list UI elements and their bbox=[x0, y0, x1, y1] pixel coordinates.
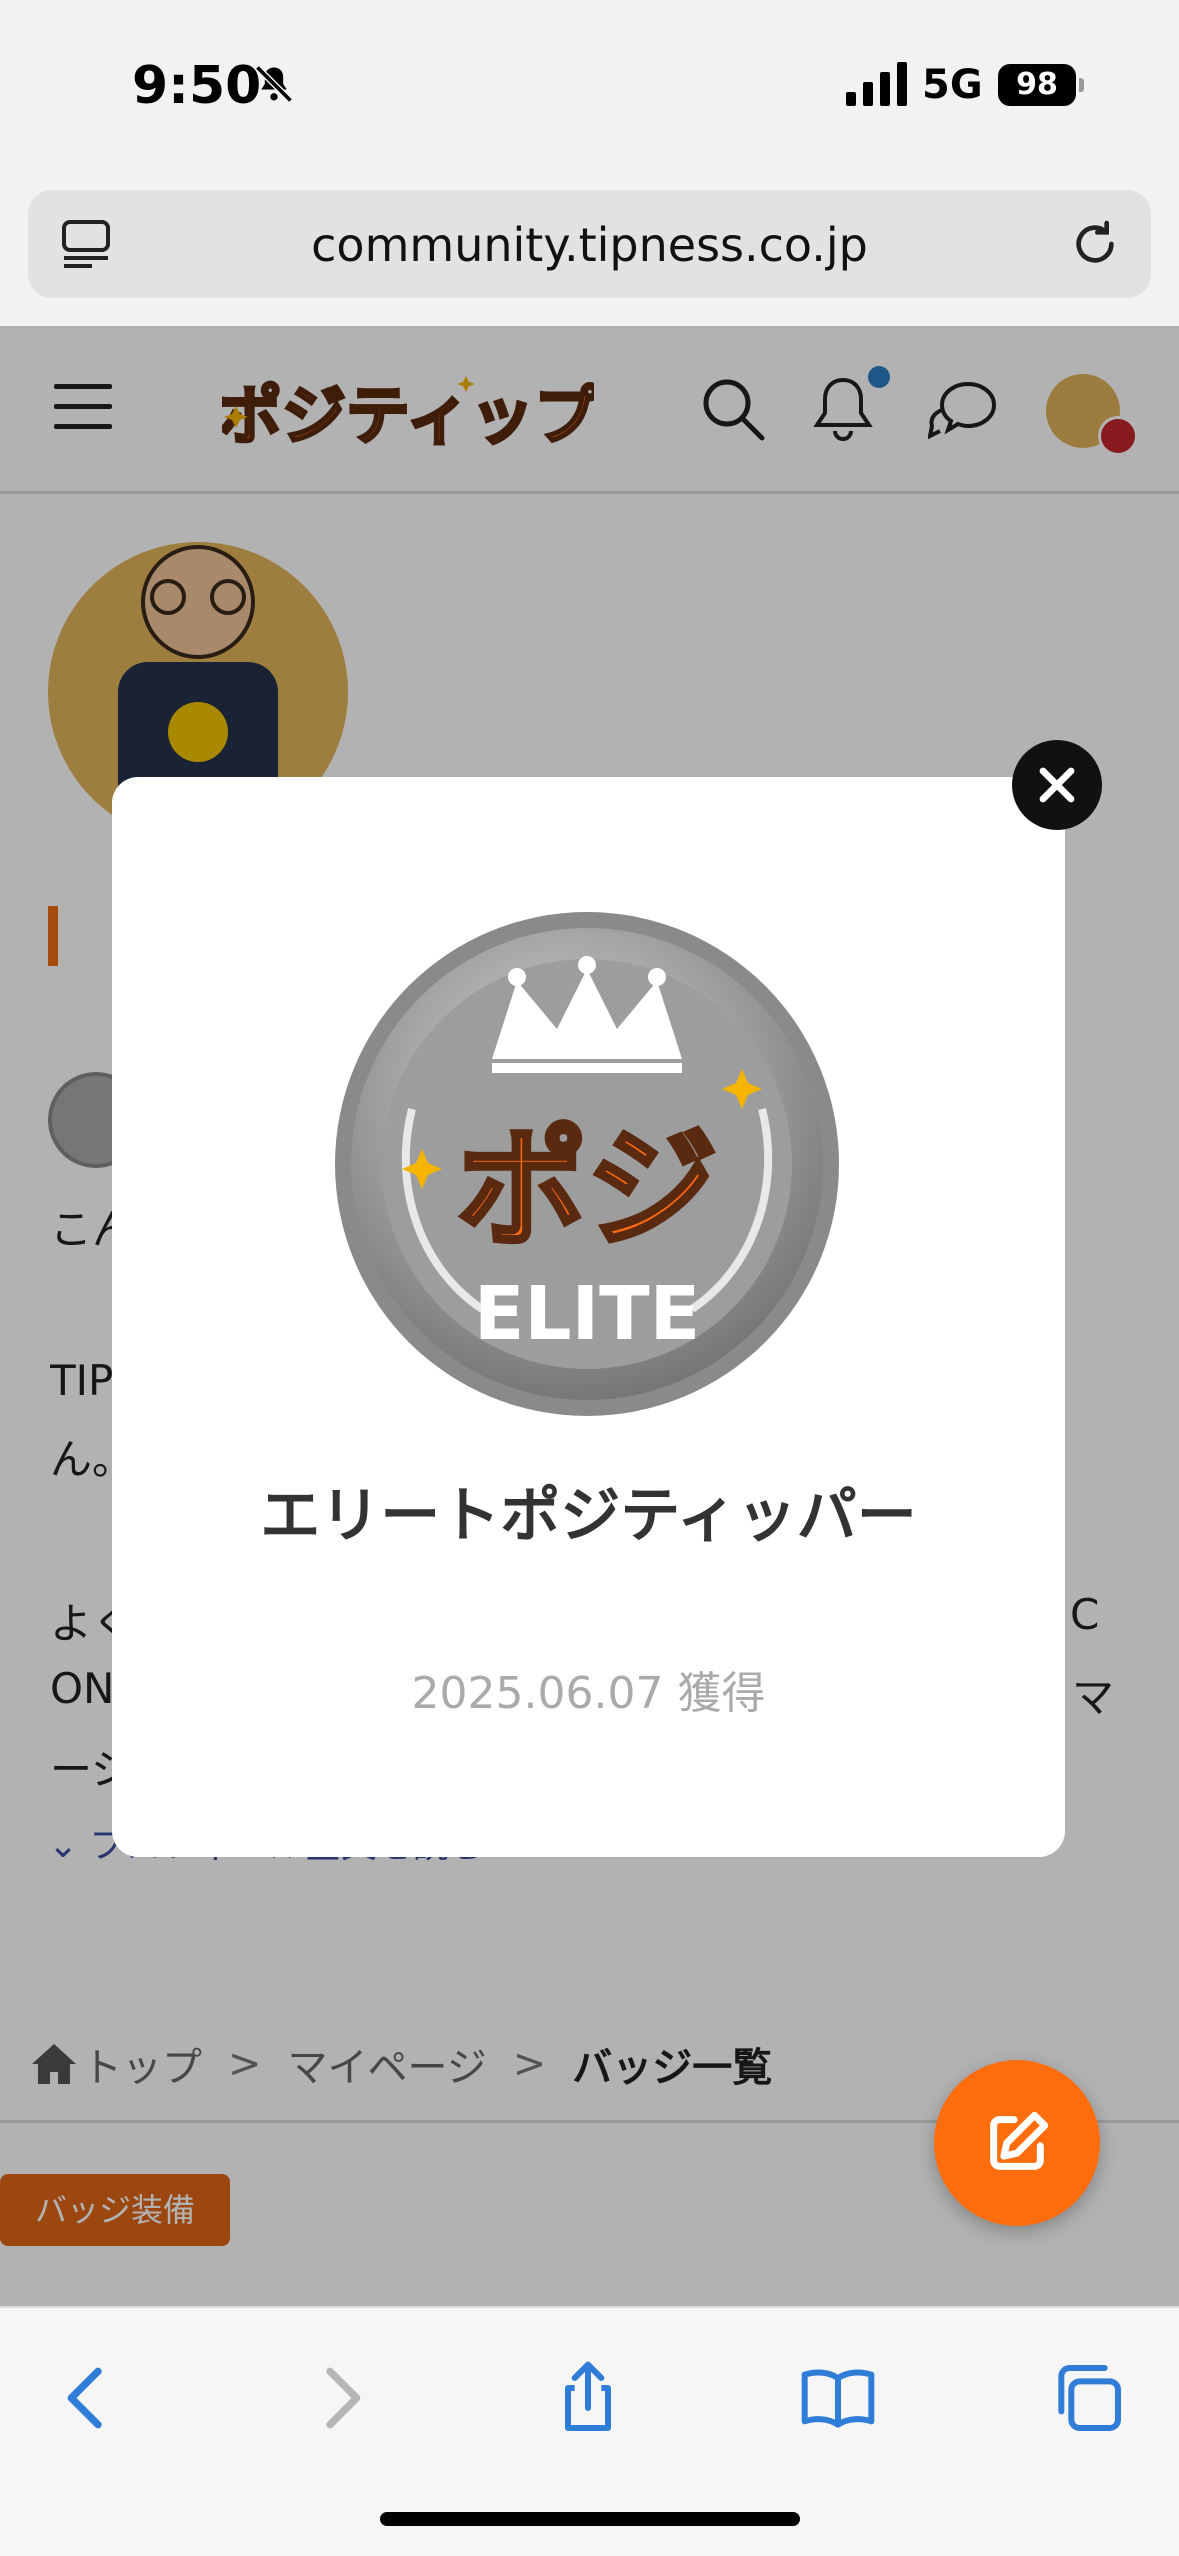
signal-icon bbox=[846, 62, 907, 106]
network-label: 5G bbox=[922, 62, 983, 108]
badge-name: エリートポジティッパー bbox=[260, 1481, 917, 1551]
bookmarks-icon[interactable] bbox=[798, 2358, 878, 2438]
tabs-icon[interactable] bbox=[1048, 2358, 1128, 2438]
status-bar: 9:50 5G 98 bbox=[0, 0, 1179, 175]
home-indicator bbox=[380, 2512, 800, 2526]
battery-icon: 98 bbox=[998, 64, 1084, 106]
edit-icon bbox=[990, 2111, 1049, 2170]
close-icon bbox=[1039, 767, 1075, 803]
medal-label-text: ELITE bbox=[474, 1271, 700, 1357]
bell-off-icon bbox=[255, 65, 293, 103]
back-icon[interactable] bbox=[48, 2358, 128, 2438]
compose-button[interactable] bbox=[934, 2060, 1100, 2226]
url-text[interactable]: community.tipness.co.jp bbox=[28, 218, 1151, 272]
close-modal-button[interactable] bbox=[1012, 740, 1102, 830]
forward-icon[interactable] bbox=[300, 2358, 380, 2438]
address-bar[interactable]: community.tipness.co.jp bbox=[28, 190, 1151, 298]
share-icon[interactable] bbox=[548, 2358, 628, 2438]
status-time: 9:50 bbox=[132, 56, 262, 116]
badge-acquired-date: 2025.06.07 獲得 bbox=[411, 1668, 766, 1719]
reload-icon[interactable] bbox=[1067, 216, 1123, 272]
medal-logo-text: ポジ bbox=[457, 1113, 717, 1265]
badge-detail-modal: ポジ ELITE エリートポジティッパー 2025.06.07 獲得 bbox=[112, 777, 1065, 1857]
elite-medal-icon: ポジ ELITE bbox=[335, 912, 839, 1416]
